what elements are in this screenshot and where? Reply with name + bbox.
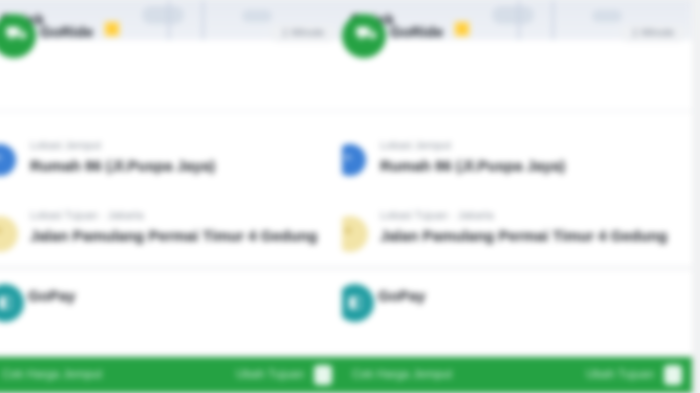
wallet-icon: ◧	[348, 292, 364, 311]
pickup-row[interactable]: ⌖ Lokasi Jemput Rumah 86 (Jl.Puspa Jaya)	[342, 140, 692, 202]
dropoff-row[interactable]: ⌖ Lokasi Tujuan · Jakarta Jalan Pamulang…	[0, 210, 342, 272]
pickup-subtitle: Lokasi Jemput	[30, 140, 101, 152]
eta-pill[interactable]: 1 Minute	[620, 24, 686, 42]
bottom-right-label[interactable]: Ubah Tujuan	[586, 367, 654, 381]
right-panel: Gojek ⛟ GoRide 1 Minute ⌖ Lokasi Jemput …	[342, 0, 692, 393]
screenshot-blur-layer: Gojek ⛟ GoRide 1 Minute ⌖ Lokasi Jemput …	[0, 0, 700, 393]
service-row[interactable]: ⛟ GoRide 1 Minute	[342, 14, 692, 78]
bottom-action-bar[interactable]: Cek Harga Jemput Ubah Tujuan	[0, 357, 342, 393]
location-pin-icon: ⌖	[0, 223, 2, 239]
bottom-action-bar[interactable]: Cek Harga Jemput Ubah Tujuan	[342, 357, 692, 393]
pickup-address: Rumah 86 (Jl.Puspa Jaya)	[30, 158, 216, 175]
dropoff-address: Jalan Pamulang Permai Timur 4 Gedung	[380, 228, 668, 245]
wallet-icon: ◧	[0, 292, 14, 311]
location-pin-icon: ⌖	[0, 150, 2, 166]
bottom-left-label[interactable]: Cek Harga Jemput	[352, 367, 452, 381]
phone-icon[interactable]	[664, 365, 682, 385]
pickup-avatar: ⌖	[342, 144, 366, 176]
badge-icon	[104, 21, 120, 37]
pickup-avatar: ⌖	[0, 144, 16, 176]
dropoff-subtitle: Lokasi Tujuan · Jakarta	[30, 210, 144, 222]
location-pin-icon: ⌖	[344, 150, 352, 166]
payment-label: GoPay	[28, 288, 76, 305]
motorbike-icon: ⛟	[5, 23, 28, 44]
badge-icon	[454, 21, 470, 37]
service-name: GoRide	[40, 24, 94, 41]
phone-icon[interactable]	[314, 365, 332, 385]
location-pin-icon: ⌖	[344, 223, 352, 239]
motorbike-icon: ⛟	[355, 23, 378, 44]
dropoff-subtitle: Lokasi Tujuan · Jakarta	[380, 210, 494, 222]
pickup-address: Rumah 86 (Jl.Puspa Jaya)	[380, 158, 566, 175]
dropoff-avatar: ⌖	[342, 216, 368, 252]
pickup-subtitle: Lokasi Jemput	[380, 140, 451, 152]
service-avatar: ⛟	[0, 14, 36, 58]
payment-avatar: ◧	[0, 284, 24, 322]
service-row[interactable]: ⛟ GoRide 1 Minute	[0, 14, 342, 78]
payment-avatar: ◧	[342, 284, 374, 322]
payment-row[interactable]: ◧ GoPay	[0, 284, 342, 344]
bottom-right-label[interactable]: Ubah Tujuan	[236, 367, 304, 381]
service-avatar: ⛟	[342, 14, 386, 58]
payment-label: GoPay	[378, 288, 426, 305]
dropoff-avatar: ⌖	[0, 216, 18, 252]
eta-pill[interactable]: 1 Minute	[270, 24, 336, 42]
bottom-left-label[interactable]: Cek Harga Jemput	[2, 367, 102, 381]
left-panel: Gojek ⛟ GoRide 1 Minute ⌖ Lokasi Jemput …	[0, 0, 342, 393]
dropoff-address: Jalan Pamulang Permai Timur 4 Gedung	[30, 228, 318, 245]
dropoff-row[interactable]: ⌖ Lokasi Tujuan · Jakarta Jalan Pamulang…	[342, 210, 692, 272]
payment-row[interactable]: ◧ GoPay	[342, 284, 692, 344]
pickup-row[interactable]: ⌖ Lokasi Jemput Rumah 86 (Jl.Puspa Jaya)	[0, 140, 342, 202]
service-name: GoRide	[390, 24, 444, 41]
